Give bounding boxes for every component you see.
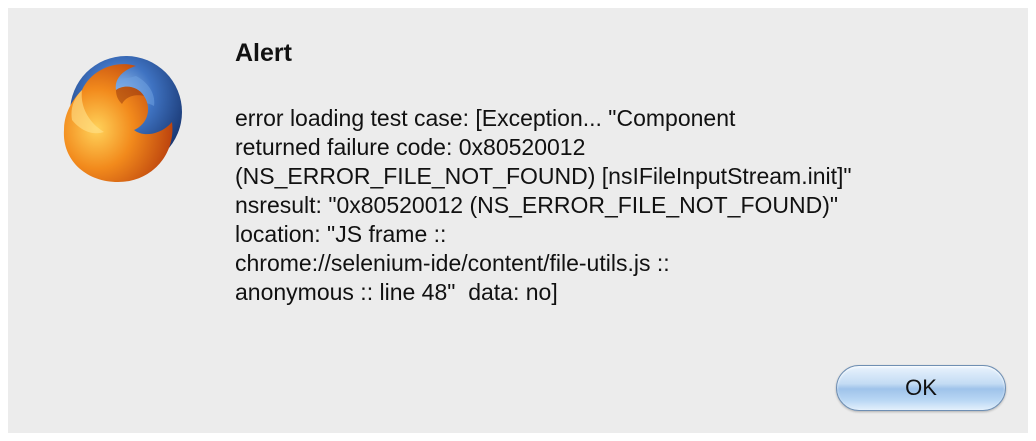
message-line: location: "JS frame :: (235, 221, 447, 247)
dialog-title: Alert (235, 39, 292, 67)
message-line: error loading test case: [Exception... "… (235, 105, 736, 131)
error-message: error loading test case: [Exception... "… (235, 104, 1015, 307)
firefox-logo-icon (63, 56, 182, 182)
ok-button[interactable]: OK (836, 365, 1006, 411)
message-line: chrome://selenium-ide/content/file-utils… (235, 250, 670, 276)
message-line: returned failure code: 0x80520012 (235, 134, 586, 160)
message-line: nsresult: "0x80520012 (NS_ERROR_FILE_NOT… (235, 192, 839, 218)
alert-dialog: Alert error loading test case: [Exceptio… (8, 8, 1028, 433)
message-line: (NS_ERROR_FILE_NOT_FOUND) [nsIFileInputS… (235, 163, 852, 189)
message-line: anonymous :: line 48" data: no] (235, 279, 558, 305)
